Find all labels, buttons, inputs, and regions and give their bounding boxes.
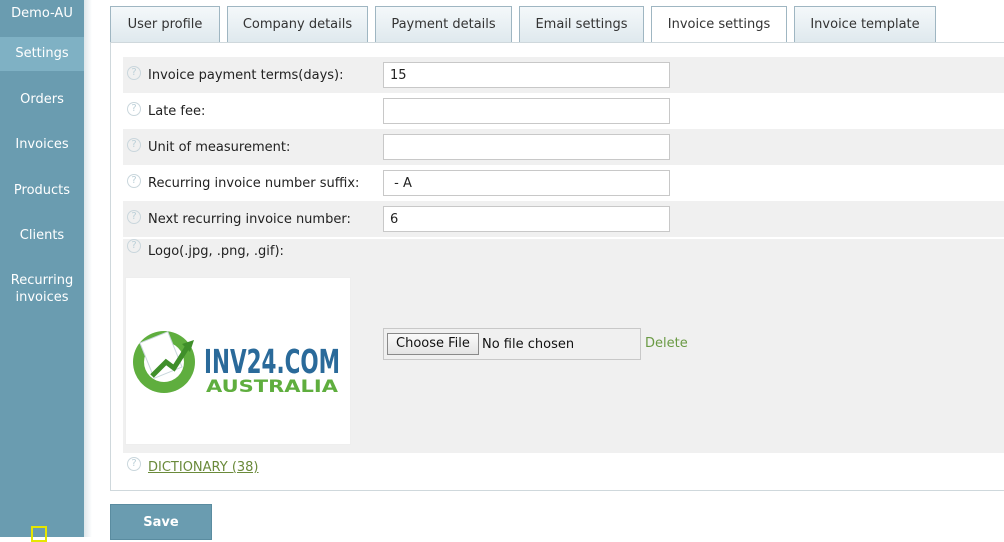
- late-fee-input[interactable]: [383, 98, 670, 124]
- tab-invoice-settings[interactable]: Invoice settings: [651, 6, 787, 43]
- invoice-settings-panel: ? Invoice payment terms(days): ? Late fe…: [110, 42, 1004, 491]
- sidebar-item-recurring-invoices[interactable]: Recurring invoices: [0, 272, 84, 306]
- form-row-logo: ? Logo(.jpg, .png, .gif): INV24.COM AUST…: [123, 239, 1004, 453]
- file-upload: Choose File No file chosen: [383, 328, 641, 360]
- question-circle-icon[interactable]: ?: [127, 66, 141, 80]
- unit-label: Unit of measurement:: [148, 140, 291, 155]
- company-logo: INV24.COM AUSTRALIA: [133, 331, 340, 397]
- late-fee-label: Late fee:: [148, 104, 206, 119]
- delete-logo-link[interactable]: Delete: [645, 336, 688, 351]
- sidebar-item-products[interactable]: Products: [0, 182, 84, 199]
- form-row-late-fee: ? Late fee:: [123, 93, 1004, 129]
- form-row-next-number: ? Next recurring invoice number:: [123, 201, 1004, 237]
- logo-brand-sub: AUSTRALIA: [206, 377, 339, 397]
- next-number-input[interactable]: [383, 206, 670, 232]
- sidebar-shadow: [84, 0, 92, 537]
- sidebar-item-invoices[interactable]: Invoices: [0, 136, 84, 153]
- sidebar-item-orders[interactable]: Orders: [0, 91, 84, 108]
- question-circle-icon[interactable]: ?: [127, 102, 141, 116]
- suffix-label: Recurring invoice number suffix:: [148, 176, 360, 191]
- unit-input[interactable]: [383, 134, 670, 160]
- question-circle-icon[interactable]: ?: [127, 239, 141, 253]
- tab-company-details[interactable]: Company details: [227, 6, 368, 42]
- question-circle-icon[interactable]: ?: [127, 174, 141, 188]
- tab-payment-details[interactable]: Payment details: [375, 6, 512, 42]
- sidebar: Demo-AU Settings Orders Invoices Product…: [0, 0, 84, 542]
- tab-invoice-template[interactable]: Invoice template: [794, 6, 936, 42]
- suffix-input[interactable]: [383, 170, 670, 196]
- question-circle-icon[interactable]: ?: [127, 457, 141, 471]
- form-row-unit: ? Unit of measurement:: [123, 129, 1004, 165]
- dictionary-link[interactable]: DICTIONARY (38): [148, 460, 259, 475]
- logo-brand-text: INV24.COM: [204, 342, 340, 381]
- file-status: No file chosen: [482, 337, 575, 352]
- square-icon[interactable]: [31, 526, 47, 542]
- question-circle-icon[interactable]: ?: [127, 138, 141, 152]
- tab-email-settings[interactable]: Email settings: [519, 6, 644, 42]
- tab-user-profile[interactable]: User profile: [110, 6, 220, 42]
- sidebar-item-settings[interactable]: Settings: [0, 37, 84, 71]
- account-name: Demo-AU: [11, 6, 73, 21]
- next-number-label: Next recurring invoice number:: [148, 212, 351, 227]
- save-button[interactable]: Save: [110, 504, 212, 540]
- logo-label: Logo(.jpg, .png, .gif):: [148, 244, 284, 259]
- payment-terms-input[interactable]: [383, 62, 670, 88]
- payment-terms-label: Invoice payment terms(days):: [148, 68, 344, 83]
- form-row-payment-terms: ? Invoice payment terms(days):: [123, 57, 1004, 93]
- question-circle-icon[interactable]: ?: [127, 210, 141, 224]
- form-row-suffix: ? Recurring invoice number suffix:: [123, 165, 1004, 201]
- sidebar-item-clients[interactable]: Clients: [0, 227, 84, 244]
- logo-preview: INV24.COM AUSTRALIA: [125, 277, 351, 445]
- choose-file-button[interactable]: Choose File: [387, 333, 479, 355]
